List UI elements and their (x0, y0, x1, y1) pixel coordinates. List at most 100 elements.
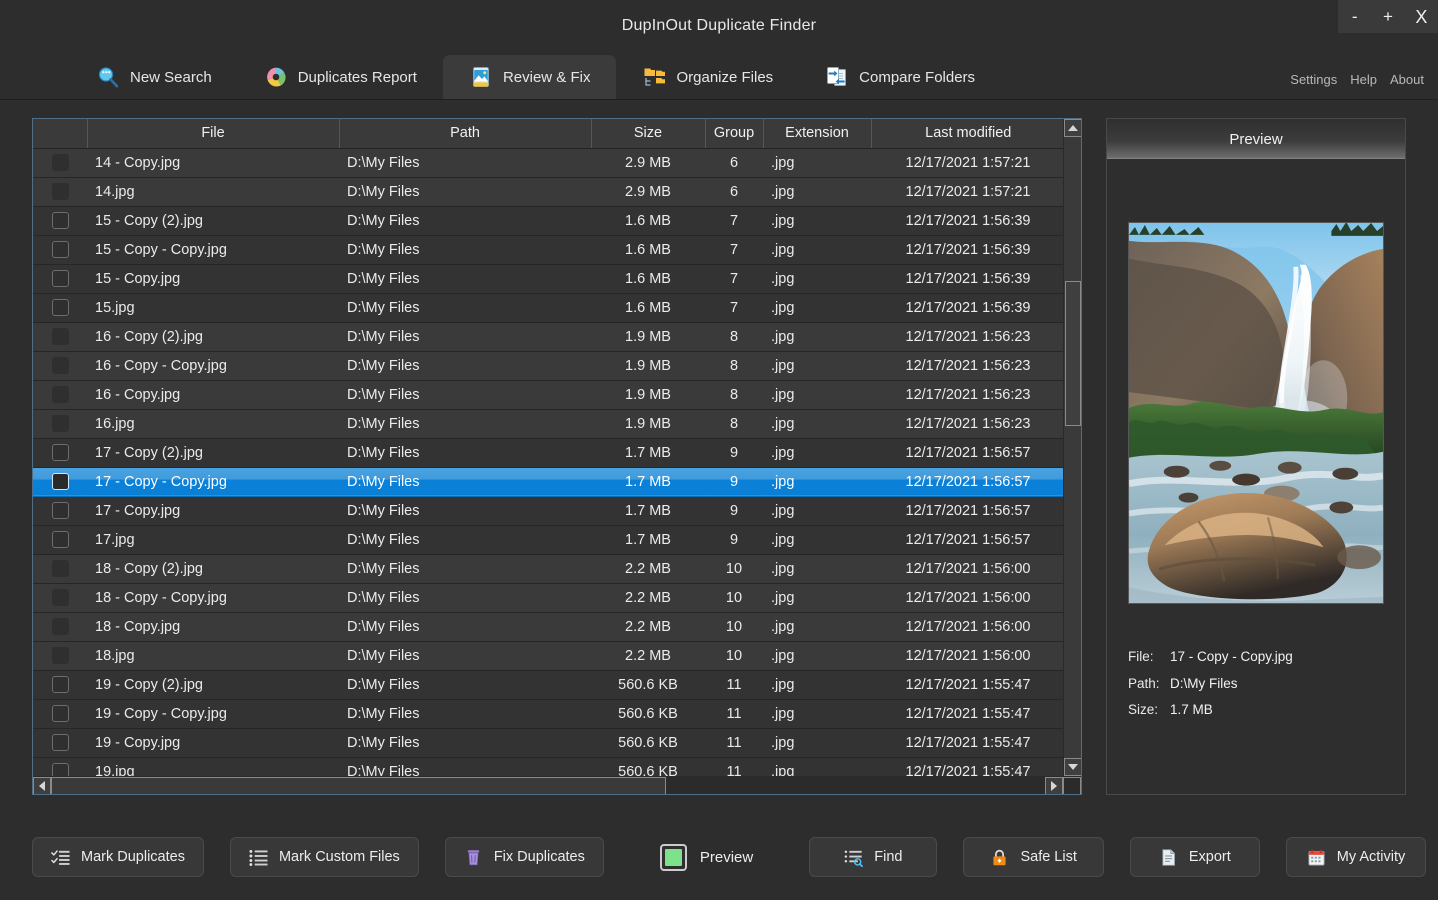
row-checkbox-cell[interactable] (33, 206, 87, 236)
vertical-scrollbar-thumb[interactable] (1065, 281, 1081, 426)
row-checkbox[interactable] (51, 212, 69, 229)
row-checkbox[interactable] (51, 502, 69, 519)
row-checkbox[interactable] (51, 763, 69, 776)
row-checkbox-cell[interactable] (33, 409, 87, 439)
tab-compare-folders[interactable]: Compare Folders (799, 55, 1001, 99)
row-checkbox[interactable] (51, 560, 69, 577)
column-header-file[interactable]: File (87, 119, 340, 149)
row-checkbox-cell[interactable] (33, 728, 87, 758)
file-table-scroll-area[interactable]: File Path Size Group Extension Last modi… (33, 119, 1081, 776)
row-checkbox[interactable] (51, 473, 69, 490)
table-row[interactable]: 18 - Copy (2).jpg D:\My Files 2.2 MB 10 .jpg… (33, 554, 1065, 584)
table-row[interactable]: 19 - Copy - Copy.jpg D:\My Files 560.6 KB 1… (33, 699, 1065, 729)
row-checkbox[interactable] (51, 328, 69, 345)
column-header-group[interactable]: Group (705, 119, 764, 149)
tab-duplicates-report[interactable]: Duplicates Report (238, 55, 443, 99)
row-checkbox[interactable] (51, 647, 69, 664)
table-vertical-scrollbar[interactable] (1063, 119, 1081, 776)
row-checkbox[interactable] (51, 676, 69, 693)
table-row[interactable]: 15 - Copy - Copy.jpg D:\My Files 1.6 MB 7 .j… (33, 235, 1065, 265)
scroll-right-button[interactable] (1045, 777, 1063, 794)
column-header-select-all[interactable] (33, 119, 88, 149)
settings-link[interactable]: Settings (1290, 72, 1337, 87)
table-row[interactable]: 17.jpg D:\My Files 1.7 MB 9 .jpg 12/17/2021 1… (33, 525, 1065, 555)
row-checkbox-cell[interactable] (33, 264, 87, 294)
row-checkbox-cell[interactable] (33, 699, 87, 729)
table-row[interactable]: 19.jpg D:\My Files 560.6 KB 11 .jpg 12/17/202… (33, 757, 1065, 776)
fix-duplicates-button[interactable]: Fix Duplicates (444, 837, 604, 877)
row-checkbox-cell[interactable] (33, 641, 87, 671)
horizontal-scrollbar-thumb[interactable] (51, 777, 666, 794)
maximize-button[interactable]: + (1371, 0, 1404, 33)
table-row[interactable]: 14.jpg D:\My Files 2.9 MB 6 .jpg 12/17/2021 1… (33, 177, 1065, 207)
row-checkbox-cell[interactable] (33, 177, 87, 207)
table-row[interactable]: 16 - Copy (2).jpg D:\My Files 1.9 MB 8 .jpg 1… (33, 322, 1065, 352)
scroll-left-button[interactable] (33, 777, 51, 794)
row-checkbox[interactable] (51, 618, 69, 635)
tab-review-and-fix[interactable]: Review & Fix (442, 55, 617, 99)
table-row[interactable]: 19 - Copy (2).jpg D:\My Files 560.6 KB 11 .j… (33, 670, 1065, 700)
row-checkbox-cell[interactable] (33, 148, 87, 178)
row-checkbox[interactable] (51, 270, 69, 287)
mark-duplicates-button[interactable]: Mark Duplicates (32, 837, 204, 877)
row-checkbox-cell[interactable] (33, 525, 87, 555)
column-header-last-modified[interactable]: Last modified (871, 119, 1065, 149)
table-row[interactable]: 17 - Copy (2).jpg D:\My Files 1.7 MB 9 .jpg 1… (33, 438, 1065, 468)
table-row[interactable]: 17 - Copy.jpg D:\My Files 1.7 MB 9 .jpg 12/17… (33, 496, 1065, 526)
row-checkbox-cell[interactable] (33, 235, 87, 265)
preview-toggle[interactable]: Preview (656, 843, 757, 871)
row-checkbox[interactable] (51, 531, 69, 548)
my-activity-button[interactable]: My Activity (1285, 837, 1427, 877)
row-checkbox-cell[interactable] (33, 670, 87, 700)
row-checkbox[interactable] (51, 734, 69, 751)
find-button[interactable]: Find (809, 837, 938, 877)
column-header-extension[interactable]: Extension (763, 119, 872, 149)
table-row[interactable]: 17 - Copy - Copy.jpg D:\My Files 1.7 MB 9 .j… (33, 467, 1065, 497)
close-button[interactable]: X (1405, 0, 1438, 33)
table-row[interactable]: 18 - Copy - Copy.jpg D:\My Files 2.2 MB 10.… (33, 583, 1065, 613)
tab-new-search[interactable]: New Search (70, 55, 238, 99)
row-checkbox[interactable] (51, 386, 69, 403)
row-checkbox[interactable] (51, 415, 69, 432)
table-row[interactable]: 16.jpg D:\My Files 1.9 MB 8 .jpg 12/17/2021 1… (33, 409, 1065, 439)
row-checkbox-cell[interactable] (33, 467, 87, 497)
row-checkbox-cell[interactable] (33, 554, 87, 584)
row-checkbox[interactable] (51, 357, 69, 374)
mark-custom-files-button[interactable]: Mark Custom Files (229, 837, 419, 877)
scroll-down-button[interactable] (1064, 758, 1081, 776)
table-row[interactable]: 15 - Copy (2).jpg D:\My Files 1.6 MB 7 .jpg 1… (33, 206, 1065, 236)
row-checkbox-cell[interactable] (33, 757, 87, 776)
tab-organize-files[interactable]: Organize Files (616, 55, 799, 99)
column-header-size[interactable]: Size (591, 119, 706, 149)
row-checkbox[interactable] (51, 183, 69, 200)
row-checkbox[interactable] (51, 241, 69, 258)
row-checkbox[interactable] (51, 154, 69, 171)
row-checkbox-cell[interactable] (33, 293, 87, 323)
table-row[interactable]: 16 - Copy - Copy.jpg D:\My Files 1.9 MB 8 .j… (33, 351, 1065, 381)
about-link[interactable]: About (1390, 72, 1424, 87)
export-button[interactable]: Export (1129, 837, 1260, 877)
row-checkbox-cell[interactable] (33, 438, 87, 468)
row-checkbox[interactable] (51, 589, 69, 606)
safe-list-button[interactable]: Safe List (963, 837, 1104, 877)
row-checkbox-cell[interactable] (33, 380, 87, 410)
table-row[interactable]: 15.jpg D:\My Files 1.6 MB 7 .jpg 12/17/2021 1… (33, 293, 1065, 323)
row-checkbox-cell[interactable] (33, 322, 87, 352)
row-checkbox[interactable] (51, 444, 69, 461)
table-row[interactable]: 18 - Copy.jpg D:\My Files 2.2 MB 10 .jpg 12/1… (33, 612, 1065, 642)
row-checkbox-cell[interactable] (33, 351, 87, 381)
row-checkbox[interactable] (51, 299, 69, 316)
row-checkbox[interactable] (51, 705, 69, 722)
row-checkbox-cell[interactable] (33, 612, 87, 642)
column-header-path[interactable]: Path (339, 119, 592, 149)
row-checkbox-cell[interactable] (33, 496, 87, 526)
table-row[interactable]: 18.jpg D:\My Files 2.2 MB 10 .jpg 12/17/2021 … (33, 641, 1065, 671)
minimize-button[interactable]: - (1338, 0, 1371, 33)
table-row[interactable]: 15 - Copy.jpg D:\My Files 1.6 MB 7 .jpg 12/17… (33, 264, 1065, 294)
table-row[interactable]: 16 - Copy.jpg D:\My Files 1.9 MB 8 .jpg 12/17… (33, 380, 1065, 410)
row-checkbox-cell[interactable] (33, 583, 87, 613)
table-horizontal-scrollbar[interactable] (33, 776, 1081, 794)
table-row[interactable]: 19 - Copy.jpg D:\My Files 560.6 KB 11 .jpg 12… (33, 728, 1065, 758)
scroll-up-button[interactable] (1064, 119, 1081, 137)
help-link[interactable]: Help (1350, 72, 1377, 87)
